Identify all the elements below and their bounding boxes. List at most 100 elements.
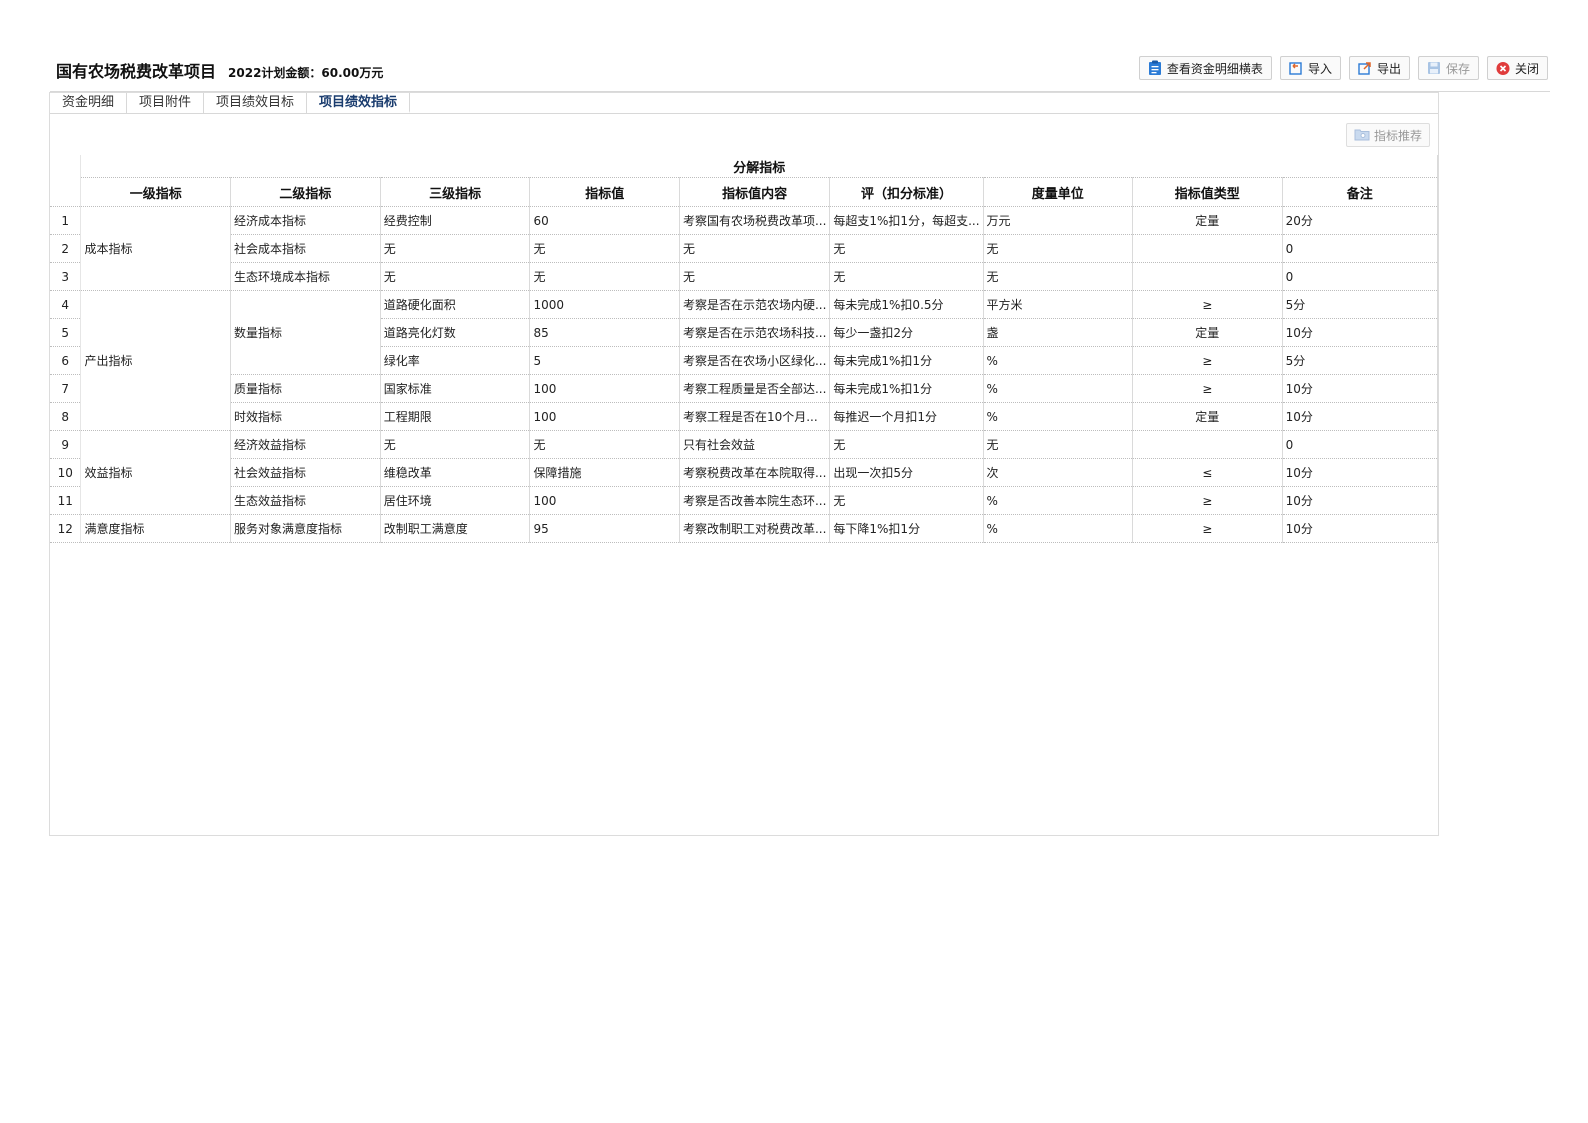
cell-level3[interactable]: 无 xyxy=(380,430,531,459)
cell-note[interactable]: 10分 xyxy=(1282,458,1439,487)
cell-level1[interactable]: 效益指标 xyxy=(80,430,231,515)
table-row[interactable]: 12 满意度指标 服务对象满意度指标 改制职工满意度 95 考察改制职工对税费改… xyxy=(50,514,1439,543)
cell-value[interactable]: 1000 xyxy=(529,290,680,319)
cell-level3[interactable]: 无 xyxy=(380,234,531,263)
tab-fund-detail[interactable]: 资金明细 xyxy=(50,93,128,113)
cell-level1[interactable]: 成本指标 xyxy=(80,206,231,291)
cell-content[interactable]: 无 xyxy=(679,234,831,263)
cell-note[interactable]: 10分 xyxy=(1282,514,1439,543)
table-row[interactable]: 9 效益指标 经济效益指标 无 无 只有社会效益 无 无 0 xyxy=(50,430,1439,515)
cell-note[interactable]: 0 xyxy=(1282,430,1439,459)
cell-unit[interactable]: 无 xyxy=(983,262,1134,291)
cell-unit[interactable]: 平方米 xyxy=(983,290,1134,319)
cell-type[interactable]: ≥ xyxy=(1132,514,1283,543)
cell-level2[interactable]: 数量指标 xyxy=(230,290,381,375)
cell-scoring[interactable]: 每未完成1%扣1分 xyxy=(829,374,984,403)
cell-unit[interactable]: 无 xyxy=(983,430,1134,459)
close-button[interactable]: 关闭 xyxy=(1486,56,1548,80)
cell-type[interactable]: ≥ xyxy=(1132,346,1283,375)
cell-level3[interactable]: 改制职工满意度 xyxy=(380,514,531,543)
cell-unit[interactable]: 盏 xyxy=(983,318,1134,347)
cell-note[interactable]: 10分 xyxy=(1282,318,1439,347)
cell-type[interactable]: 定量 xyxy=(1132,318,1283,347)
col-header-level2[interactable]: 二级指标 xyxy=(230,177,381,207)
cell-content[interactable]: 无 xyxy=(679,262,831,291)
cell-level2[interactable]: 质量指标 xyxy=(230,374,381,403)
table-row[interactable]: 10 社会效益指标 维稳改革 保障措施 考察税费改革在本院取得... 出现一次扣… xyxy=(50,458,1439,487)
cell-note[interactable]: 10分 xyxy=(1282,486,1439,515)
cell-note[interactable]: 20分 xyxy=(1282,206,1439,235)
cell-unit[interactable]: % xyxy=(983,514,1134,543)
cell-unit[interactable]: 万元 xyxy=(983,206,1134,235)
cell-type[interactable]: ≥ xyxy=(1132,486,1283,515)
cell-value[interactable]: 无 xyxy=(529,262,680,291)
cell-content[interactable]: 考察工程质量是否全部达... xyxy=(679,374,831,403)
col-header-note[interactable]: 备注 xyxy=(1282,177,1439,207)
cell-type[interactable]: ≤ xyxy=(1132,458,1283,487)
cell-scoring[interactable]: 每未完成1%扣0.5分 xyxy=(829,290,984,319)
cell-note[interactable]: 5分 xyxy=(1282,346,1439,375)
save-button[interactable]: 保存 xyxy=(1417,56,1479,80)
cell-value[interactable]: 100 xyxy=(529,486,680,515)
tab-attachments[interactable]: 项目附件 xyxy=(127,93,205,113)
cell-level1[interactable]: 满意度指标 xyxy=(80,514,231,543)
import-button[interactable]: 导入 xyxy=(1279,56,1341,80)
cell-content[interactable]: 考察改制职工对税费改革... xyxy=(679,514,831,543)
table-row[interactable]: 3 生态环境成本指标 无 无 无 无 无 0 xyxy=(50,262,1439,291)
cell-value[interactable]: 无 xyxy=(529,430,680,459)
cell-type[interactable]: ≥ xyxy=(1132,290,1283,319)
cell-unit[interactable]: % xyxy=(983,486,1134,515)
cell-content[interactable]: 考察是否在农场小区绿化... xyxy=(679,346,831,375)
tab-performance-indicators[interactable]: 项目绩效指标 xyxy=(307,93,411,113)
col-header-unit[interactable]: 度量单位 xyxy=(983,177,1134,207)
col-header-value[interactable]: 指标值 xyxy=(529,177,680,207)
export-button[interactable]: 导出 xyxy=(1348,56,1410,80)
cell-content[interactable]: 只有社会效益 xyxy=(679,430,831,459)
cell-level2[interactable]: 经济效益指标 xyxy=(230,430,381,459)
cell-type[interactable]: ≥ xyxy=(1132,374,1283,403)
cell-note[interactable]: 0 xyxy=(1282,262,1439,291)
cell-unit[interactable]: % xyxy=(983,374,1134,403)
cell-value[interactable]: 100 xyxy=(529,374,680,403)
table-row[interactable]: 4 产出指标 数量指标 道路硬化面积 1000 考察是否在示范农场内硬... 每… xyxy=(50,290,1439,431)
cell-value[interactable]: 60 xyxy=(529,206,680,235)
cell-type[interactable] xyxy=(1132,430,1283,459)
view-fund-detail-button[interactable]: 查看资金明细横表 xyxy=(1138,56,1272,80)
cell-scoring[interactable]: 每下降1%扣1分 xyxy=(829,514,984,543)
cell-level2[interactable]: 社会效益指标 xyxy=(230,458,381,487)
cell-level2[interactable]: 服务对象满意度指标 xyxy=(230,514,381,543)
cell-note[interactable]: 10分 xyxy=(1282,374,1439,403)
cell-level3[interactable]: 道路亮化灯数 xyxy=(380,318,531,347)
cell-scoring[interactable]: 每少一盏扣2分 xyxy=(829,318,984,347)
cell-scoring[interactable]: 无 xyxy=(829,430,984,459)
cell-scoring[interactable]: 每推迟一个月扣1分 xyxy=(829,402,984,431)
col-header-scoring[interactable]: 评（扣分标准） xyxy=(829,177,984,207)
col-header-content[interactable]: 指标值内容 xyxy=(679,177,831,207)
cell-value[interactable]: 95 xyxy=(529,514,680,543)
cell-scoring[interactable]: 无 xyxy=(829,486,984,515)
cell-level2[interactable]: 时效指标 xyxy=(230,402,381,431)
cell-level3[interactable]: 居住环境 xyxy=(380,486,531,515)
cell-content[interactable]: 考察是否改善本院生态环... xyxy=(679,486,831,515)
cell-level3[interactable]: 无 xyxy=(380,262,531,291)
col-header-level3[interactable]: 三级指标 xyxy=(380,177,531,207)
cell-unit[interactable]: 无 xyxy=(983,234,1134,263)
cell-note[interactable]: 10分 xyxy=(1282,402,1439,431)
cell-level3[interactable]: 维稳改革 xyxy=(380,458,531,487)
cell-value[interactable]: 85 xyxy=(529,318,680,347)
cell-value[interactable]: 100 xyxy=(529,402,680,431)
cell-level2[interactable]: 社会成本指标 xyxy=(230,234,381,263)
cell-level3[interactable]: 道路硬化面积 xyxy=(380,290,531,319)
cell-content[interactable]: 考察是否在示范农场内硬... xyxy=(679,290,831,319)
cell-level3[interactable]: 工程期限 xyxy=(380,402,531,431)
indicator-recommend-button[interactable]: 指标推荐 xyxy=(1345,123,1430,147)
cell-level2[interactable]: 经济成本指标 xyxy=(230,206,381,235)
table-row[interactable]: 11 生态效益指标 居住环境 100 考察是否改善本院生态环... 无 % ≥ … xyxy=(50,486,1439,515)
cell-content[interactable]: 考察是否在示范农场科技... xyxy=(679,318,831,347)
cell-level2[interactable]: 生态环境成本指标 xyxy=(230,262,381,291)
cell-note[interactable]: 0 xyxy=(1282,234,1439,263)
cell-unit[interactable]: % xyxy=(983,346,1134,375)
cell-level3[interactable]: 经费控制 xyxy=(380,206,531,235)
cell-level3[interactable]: 绿化率 xyxy=(380,346,531,375)
cell-value[interactable]: 5 xyxy=(529,346,680,375)
